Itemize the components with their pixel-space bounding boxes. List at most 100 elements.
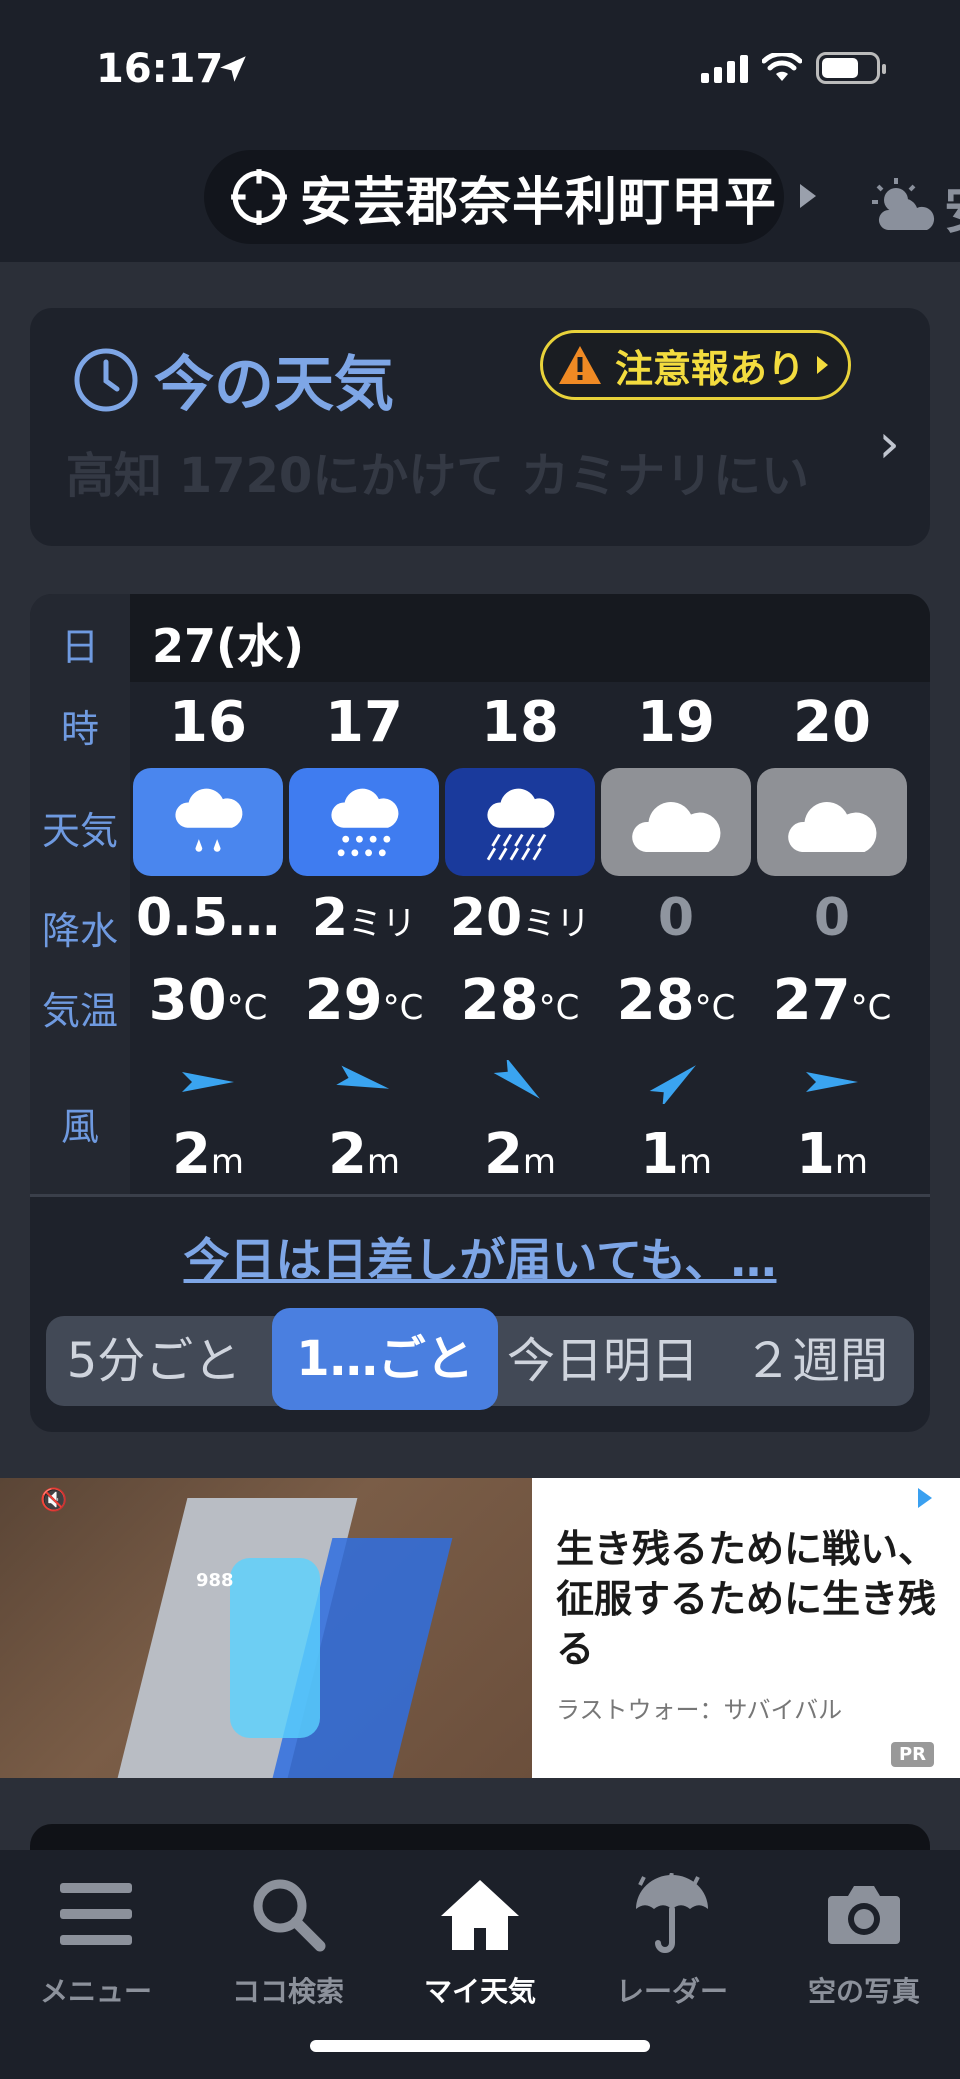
tab-sky-photos[interactable]: 空の写真 (768, 1866, 960, 2010)
wind-speed-cell: 2m (442, 1122, 598, 1187)
tab-label: レーダー (615, 1975, 728, 2008)
divider (30, 1194, 930, 1197)
tab-label: メニュー (39, 1975, 152, 2008)
temp-cell: 29°C (286, 968, 442, 1033)
camera-icon (828, 1886, 900, 1944)
current-weather-heading: 今の天気 (154, 350, 394, 420)
tab-label: マイ天気 (423, 1975, 536, 2008)
wind-speed-cell: 1m (598, 1122, 754, 1187)
hour-label: 17 (325, 690, 403, 755)
alert-label: 注意報あり (615, 346, 806, 391)
tab-label: 空の写真 (807, 1975, 920, 2008)
signal-icon (701, 53, 748, 83)
wind-speed-cell: 2m (130, 1122, 286, 1187)
ad-image[interactable]: 988 🔇 (0, 1478, 532, 1778)
ad-choices-icon[interactable] (918, 1488, 932, 1508)
ad-pr-badge: PR (890, 1742, 934, 1767)
row-label-temp: 気温 (41, 989, 118, 1033)
tab-menu[interactable]: メニュー (0, 1866, 192, 2010)
hour-cell: 17 (286, 690, 442, 755)
location-name: 安芸郡奈半利町甲平 (300, 172, 778, 233)
next-location-tab[interactable]: 安 (872, 168, 960, 243)
tab-label: ココ検索 (231, 1975, 344, 2008)
weather-cell (442, 768, 598, 876)
light-rain-icon (133, 768, 283, 876)
battery-icon (816, 52, 886, 84)
cloudy-icon (757, 768, 907, 876)
precip-value: 0 (657, 888, 695, 948)
wind-direction-icon (336, 1065, 390, 1089)
wind-speed-value: 2m (171, 1122, 245, 1187)
temp-value: 28°C (616, 968, 736, 1033)
next-location-arrow-icon[interactable] (800, 184, 816, 208)
precip-cell: 0 (598, 888, 754, 948)
weather-cell (754, 768, 910, 876)
precip-cell: 20ミリ (442, 888, 598, 948)
rain-icon (289, 768, 439, 876)
precip-value: 2ミリ (311, 888, 417, 948)
row-label-weather: 天気 (41, 809, 118, 853)
segment-1hour[interactable]: 1…ごと (272, 1308, 498, 1410)
row-labels: 日 時 天気 降水 気温 風 (30, 594, 130, 1194)
segment-5min[interactable]: 5分ごと (54, 1316, 254, 1406)
row-label-wind: 風 (60, 1105, 99, 1149)
alert-badge[interactable]: 注意報あり (540, 330, 852, 400)
wind-direction-icon (493, 1060, 540, 1099)
status-indicators (701, 52, 886, 84)
wind-direction-icon (649, 1065, 696, 1104)
date-row: 27(水) (130, 594, 930, 682)
hour-cell: 20 (754, 690, 910, 755)
weather-cell (286, 768, 442, 876)
precip-value: 0.5… (135, 888, 281, 948)
search-icon (253, 1879, 326, 1952)
precip-value: 20ミリ (449, 888, 591, 948)
precip-value: 0 (813, 888, 851, 948)
weather-cell (598, 768, 754, 876)
hour-label: 18 (481, 690, 559, 755)
ad-headline: 生き残るために戦い、征服するために生き残る (556, 1527, 937, 1671)
tab-radar[interactable]: レーダー (576, 1866, 768, 2010)
hour-cell: 19 (598, 690, 754, 755)
location-selector[interactable]: 安芸郡奈半利町甲平 (204, 150, 784, 244)
wind-speed-value: 1m (639, 1122, 713, 1187)
hour-cell: 18 (442, 690, 598, 755)
precip-cell: 0 (754, 888, 910, 948)
segment-2weeks[interactable]: ２週間 (726, 1316, 906, 1406)
weather-cell (130, 768, 286, 876)
hour-label: 19 (637, 690, 715, 755)
next-location-label: 安 (944, 168, 960, 243)
segment-today-tomorrow[interactable]: 今日明日 (498, 1316, 708, 1406)
precip-cell: 2ミリ (286, 888, 442, 948)
hour-cell: 16 (130, 690, 286, 755)
mute-icon[interactable]: 🔇 (40, 1488, 67, 1513)
wind-direction-icon (806, 1072, 858, 1092)
current-weather-summary: 高知 1720にかけて カミナリにい (66, 448, 810, 504)
forecast-interval-tabs: 5分ごと 1…ごと 今日明日 ２週間 (46, 1308, 914, 1410)
menu-icon (60, 1883, 132, 1945)
current-weather-title: 今の天気 (72, 336, 394, 423)
wind-direction-cell (442, 1060, 598, 1104)
location-arrow-icon (220, 56, 246, 82)
hour-label: 20 (793, 690, 871, 755)
wifi-icon (762, 53, 802, 81)
alert-chevron-icon (817, 356, 829, 374)
hourly-forecast-card: 日 時 天気 降水 気温 風 27(水) 16 0.5… 30°C 2m 17 2ミリ 29… (30, 594, 930, 1432)
current-weather-card[interactable]: 今の天気 注意報あり › 高知 1720にかけて カミナリにい (30, 308, 930, 546)
temp-cell: 28°C (598, 968, 754, 1033)
partly-cloudy-icon (872, 177, 935, 230)
row-label-precip: 降水 (41, 909, 118, 953)
wind-speed-value: 2m (327, 1122, 401, 1187)
warning-icon (559, 346, 601, 384)
tab-search[interactable]: ココ検索 (192, 1866, 384, 2010)
row-label-hour: 時 (60, 707, 99, 751)
wind-speed-cell: 2m (286, 1122, 442, 1187)
header: 16:17 安芸郡奈半利町甲平 安 (0, 0, 960, 262)
temp-value: 28°C (460, 968, 580, 1033)
tab-my-weather[interactable]: マイ天気 (384, 1866, 576, 2010)
wind-direction-icon (182, 1072, 234, 1092)
forecast-commentary-link[interactable]: 今日は日差しが届いても、… (30, 1224, 930, 1290)
temp-value: 30°C (148, 968, 268, 1033)
clock-icon (74, 348, 138, 411)
home-icon (441, 1880, 519, 1950)
ad-banner[interactable]: 988 🔇 生き残るために戦い、征服するために生き残る ラストウォー：サバイバル… (0, 1478, 960, 1778)
